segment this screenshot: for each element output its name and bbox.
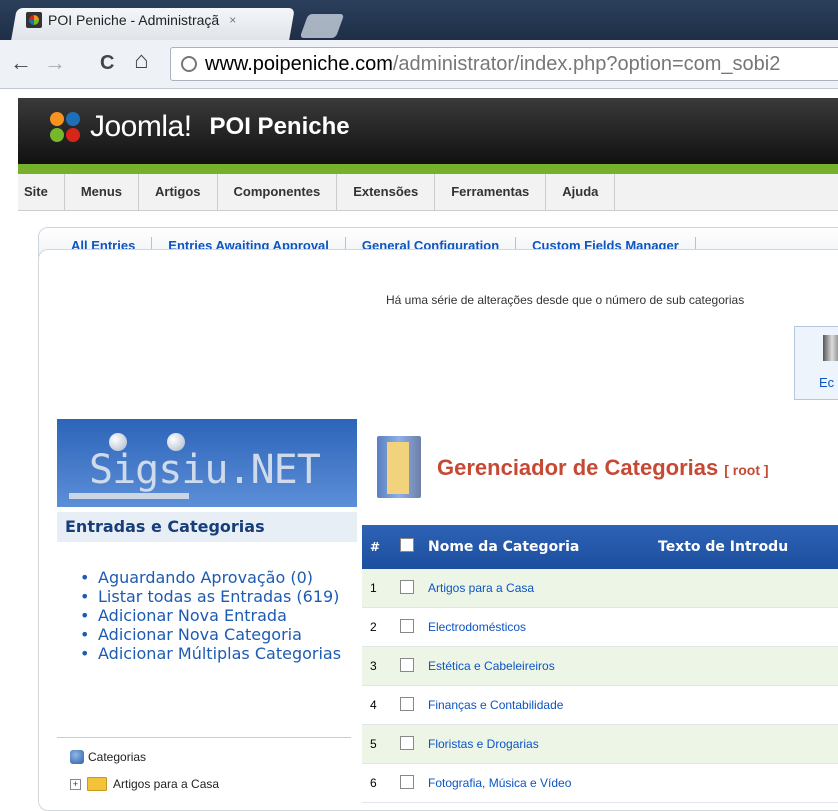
category-link[interactable]: Fotografia, Música e Vídeo [428,776,571,790]
forward-icon[interactable]: → [44,50,66,76]
sidebar-item-add-entry[interactable]: Adicionar Nova Entrada [80,606,350,625]
tree-node[interactable]: + Artigos para a Casa [70,777,219,791]
row-checkbox[interactable] [400,735,414,750]
edit-button-label: Ec [819,375,835,390]
joomla-header: Joomla! POI Peniche [18,98,838,164]
page-title-text: Gerenciador de Categorias [437,455,719,480]
browser-tab-content[interactable]: POI Peniche - Administraçã × [26,12,236,28]
table-row: 2 Electrodomésticos [362,608,838,647]
header-accent-bar [18,164,838,174]
menu-componentes[interactable]: Componentes [218,174,338,210]
menu-menus[interactable]: Menus [65,174,140,210]
row-checkbox[interactable] [400,774,414,789]
address-bar[interactable]: www.poipeniche.com/administrator/index.p… [170,47,838,81]
row-checkbox[interactable] [400,579,414,594]
joomla-logo: Joomla! POI Peniche [46,110,350,144]
table-row: 5 Floristas e Drogarias [362,725,838,764]
menu-ajuda[interactable]: Ajuda [546,174,616,210]
menu-artigos[interactable]: Artigos [139,174,218,210]
row-number: 5 [370,737,377,751]
sidebar-menu: Aguardando Aprovação (0) Listar todas as… [80,568,350,663]
tab-close-icon[interactable]: × [229,13,236,27]
sidebar-item-add-category[interactable]: Adicionar Nova Categoria [80,625,350,644]
tree-root-label: Categorias [88,750,147,764]
col-intro-text[interactable]: Texto de Introdu [658,539,838,555]
url-host: www.poipeniche.com [205,52,393,75]
row-number: 3 [370,659,377,673]
root-label: [ root ] [724,462,769,478]
table-body: 1 Artigos para a Casa 2 Electrodoméstico… [362,569,838,803]
menu-extensoes[interactable]: Extensões [337,174,436,210]
col-number: # [370,540,381,554]
notice-text: Há uma série de alterações desde que o n… [386,293,745,307]
category-link[interactable]: Finanças e Contabilidade [428,698,563,712]
edit-icon [823,335,838,361]
categories-icon [70,750,84,764]
expand-icon[interactable]: + [70,778,81,790]
row-checkbox[interactable] [400,696,414,711]
sidebar-item-awaiting-approval[interactable]: Aguardando Aprovação (0) [80,568,350,587]
reload-icon[interactable]: C [100,52,114,75]
sigsiu-logo: Sigsiu.NET [57,419,357,507]
edit-toolbar-button[interactable]: Ec [794,326,838,400]
table-row: 1 Artigos para a Casa [362,569,838,608]
browser-tabstrip: POI Peniche - Administraçã × [0,0,838,40]
category-link[interactable]: Estética e Cabeleireiros [428,659,555,673]
menu-ferramentas[interactable]: Ferramentas [435,174,547,210]
folder-icon [87,777,107,791]
category-link[interactable]: Floristas e Drogarias [428,737,539,751]
table-row: 6 Fotografia, Música e Vídeo [362,764,838,803]
category-tree-root[interactable]: Categorias [70,750,146,764]
category-manager-icon [377,436,421,498]
row-number: 6 [370,776,377,790]
sidebar-item-list-all-entries[interactable]: Listar todas as Entradas (619) [80,587,350,606]
home-icon[interactable]: ⌂ [134,47,149,75]
logo-underline [69,493,189,499]
admin-menu: Site Menus Artigos Componentes Extensões… [18,174,838,211]
category-table: # Nome da Categoria Texto de Introdu 1 A… [362,525,838,803]
category-link[interactable]: Electrodomésticos [428,620,526,634]
joomla-logo-text: Joomla! [90,110,192,143]
table-row: 4 Finanças e Contabilidade [362,686,838,725]
joomla-favicon-icon [26,12,42,28]
menu-site[interactable]: Site [18,174,65,210]
globe-icon [181,56,197,72]
row-number: 1 [370,581,377,595]
category-link[interactable]: Artigos para a Casa [428,581,534,595]
table-header: # Nome da Categoria Texto de Introdu [362,525,838,569]
back-icon[interactable]: ← [10,50,32,76]
row-number: 4 [370,698,377,712]
sidebar-item-add-multiple-categories[interactable]: Adicionar Múltiplas Categorias [80,644,350,663]
row-number: 2 [370,620,377,634]
browser-toolbar: ← → C ⌂ www.poipeniche.com/administrator… [0,40,838,89]
sidebar-divider [57,737,351,738]
table-row: 3 Estética e Cabeleireiros [362,647,838,686]
row-checkbox[interactable] [400,657,414,672]
sidebar-title: Entradas e Categorias [57,512,357,542]
page-title: Gerenciador de Categorias [ root ] [437,455,769,481]
tab-title: POI Peniche - Administraçã [48,12,220,28]
joomla-logo-icon [46,110,86,144]
sigsiu-brand-text: Sigsiu.NET [89,447,321,493]
url-path: /administrator/index.php?option=com_sobi… [392,52,781,75]
new-tab-button[interactable] [299,14,345,38]
select-all-checkbox[interactable] [400,538,414,552]
col-category-name[interactable]: Nome da Categoria [428,539,658,555]
tree-node-label: Artigos para a Casa [113,777,220,791]
row-checkbox[interactable] [400,618,414,633]
site-name: POI Peniche [209,113,350,140]
